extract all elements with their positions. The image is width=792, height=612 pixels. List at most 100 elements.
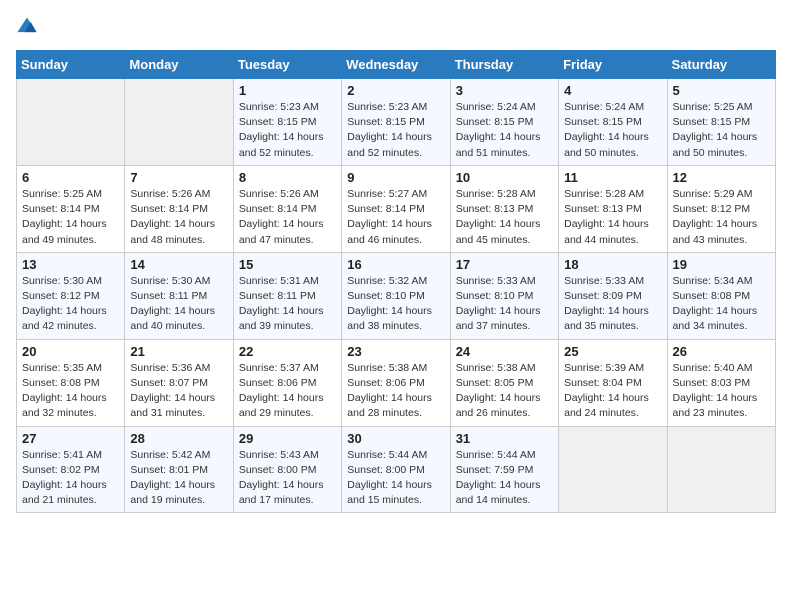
week-row-1: 1 Sunrise: 5:23 AMSunset: 8:15 PMDayligh… [17, 79, 776, 166]
calendar-cell: 6 Sunrise: 5:25 AMSunset: 8:14 PMDayligh… [17, 165, 125, 252]
day-info: Sunrise: 5:33 AMSunset: 8:10 PMDaylight:… [456, 274, 553, 335]
day-number: 12 [673, 170, 770, 185]
calendar-cell: 20 Sunrise: 5:35 AMSunset: 8:08 PMDaylig… [17, 339, 125, 426]
day-info: Sunrise: 5:38 AMSunset: 8:05 PMDaylight:… [456, 361, 553, 422]
day-number: 20 [22, 344, 119, 359]
day-number: 3 [456, 83, 553, 98]
calendar-cell: 4 Sunrise: 5:24 AMSunset: 8:15 PMDayligh… [559, 79, 667, 166]
day-number: 11 [564, 170, 661, 185]
day-number: 22 [239, 344, 336, 359]
day-number: 23 [347, 344, 444, 359]
calendar-cell: 8 Sunrise: 5:26 AMSunset: 8:14 PMDayligh… [233, 165, 341, 252]
day-number: 13 [22, 257, 119, 272]
calendar-cell [667, 426, 775, 513]
calendar-cell: 2 Sunrise: 5:23 AMSunset: 8:15 PMDayligh… [342, 79, 450, 166]
day-header-wednesday: Wednesday [342, 51, 450, 79]
calendar-cell: 7 Sunrise: 5:26 AMSunset: 8:14 PMDayligh… [125, 165, 233, 252]
day-number: 15 [239, 257, 336, 272]
calendar-cell: 5 Sunrise: 5:25 AMSunset: 8:15 PMDayligh… [667, 79, 775, 166]
day-info: Sunrise: 5:23 AMSunset: 8:15 PMDaylight:… [239, 100, 336, 161]
day-number: 4 [564, 83, 661, 98]
day-info: Sunrise: 5:26 AMSunset: 8:14 PMDaylight:… [239, 187, 336, 248]
calendar-cell: 27 Sunrise: 5:41 AMSunset: 8:02 PMDaylig… [17, 426, 125, 513]
calendar-cell: 10 Sunrise: 5:28 AMSunset: 8:13 PMDaylig… [450, 165, 558, 252]
day-number: 9 [347, 170, 444, 185]
day-info: Sunrise: 5:28 AMSunset: 8:13 PMDaylight:… [456, 187, 553, 248]
calendar-cell: 25 Sunrise: 5:39 AMSunset: 8:04 PMDaylig… [559, 339, 667, 426]
day-info: Sunrise: 5:28 AMSunset: 8:13 PMDaylight:… [564, 187, 661, 248]
day-info: Sunrise: 5:29 AMSunset: 8:12 PMDaylight:… [673, 187, 770, 248]
day-number: 5 [673, 83, 770, 98]
day-info: Sunrise: 5:43 AMSunset: 8:00 PMDaylight:… [239, 448, 336, 509]
day-number: 8 [239, 170, 336, 185]
calendar-cell: 26 Sunrise: 5:40 AMSunset: 8:03 PMDaylig… [667, 339, 775, 426]
day-info: Sunrise: 5:40 AMSunset: 8:03 PMDaylight:… [673, 361, 770, 422]
week-row-2: 6 Sunrise: 5:25 AMSunset: 8:14 PMDayligh… [17, 165, 776, 252]
week-row-3: 13 Sunrise: 5:30 AMSunset: 8:12 PMDaylig… [17, 252, 776, 339]
logo-icon [16, 16, 38, 38]
day-header-thursday: Thursday [450, 51, 558, 79]
calendar-cell: 31 Sunrise: 5:44 AMSunset: 7:59 PMDaylig… [450, 426, 558, 513]
day-info: Sunrise: 5:41 AMSunset: 8:02 PMDaylight:… [22, 448, 119, 509]
day-info: Sunrise: 5:27 AMSunset: 8:14 PMDaylight:… [347, 187, 444, 248]
day-number: 28 [130, 431, 227, 446]
calendar-cell: 28 Sunrise: 5:42 AMSunset: 8:01 PMDaylig… [125, 426, 233, 513]
day-info: Sunrise: 5:36 AMSunset: 8:07 PMDaylight:… [130, 361, 227, 422]
day-info: Sunrise: 5:24 AMSunset: 8:15 PMDaylight:… [456, 100, 553, 161]
day-info: Sunrise: 5:30 AMSunset: 8:12 PMDaylight:… [22, 274, 119, 335]
day-info: Sunrise: 5:25 AMSunset: 8:15 PMDaylight:… [673, 100, 770, 161]
calendar-cell: 19 Sunrise: 5:34 AMSunset: 8:08 PMDaylig… [667, 252, 775, 339]
calendar-cell: 1 Sunrise: 5:23 AMSunset: 8:15 PMDayligh… [233, 79, 341, 166]
day-number: 19 [673, 257, 770, 272]
calendar-cell [125, 79, 233, 166]
calendar-cell: 3 Sunrise: 5:24 AMSunset: 8:15 PMDayligh… [450, 79, 558, 166]
day-info: Sunrise: 5:24 AMSunset: 8:15 PMDaylight:… [564, 100, 661, 161]
day-number: 10 [456, 170, 553, 185]
day-number: 29 [239, 431, 336, 446]
day-info: Sunrise: 5:44 AMSunset: 8:00 PMDaylight:… [347, 448, 444, 509]
day-header-friday: Friday [559, 51, 667, 79]
day-info: Sunrise: 5:25 AMSunset: 8:14 PMDaylight:… [22, 187, 119, 248]
day-number: 30 [347, 431, 444, 446]
calendar-cell [17, 79, 125, 166]
calendar-cell: 11 Sunrise: 5:28 AMSunset: 8:13 PMDaylig… [559, 165, 667, 252]
day-info: Sunrise: 5:39 AMSunset: 8:04 PMDaylight:… [564, 361, 661, 422]
logo [16, 16, 42, 38]
day-info: Sunrise: 5:44 AMSunset: 7:59 PMDaylight:… [456, 448, 553, 509]
calendar-cell: 9 Sunrise: 5:27 AMSunset: 8:14 PMDayligh… [342, 165, 450, 252]
day-number: 21 [130, 344, 227, 359]
calendar-cell: 12 Sunrise: 5:29 AMSunset: 8:12 PMDaylig… [667, 165, 775, 252]
calendar-cell: 13 Sunrise: 5:30 AMSunset: 8:12 PMDaylig… [17, 252, 125, 339]
day-number: 25 [564, 344, 661, 359]
day-info: Sunrise: 5:34 AMSunset: 8:08 PMDaylight:… [673, 274, 770, 335]
day-header-tuesday: Tuesday [233, 51, 341, 79]
day-header-monday: Monday [125, 51, 233, 79]
calendar-cell: 21 Sunrise: 5:36 AMSunset: 8:07 PMDaylig… [125, 339, 233, 426]
day-info: Sunrise: 5:35 AMSunset: 8:08 PMDaylight:… [22, 361, 119, 422]
day-number: 26 [673, 344, 770, 359]
calendar-cell: 24 Sunrise: 5:38 AMSunset: 8:05 PMDaylig… [450, 339, 558, 426]
day-info: Sunrise: 5:26 AMSunset: 8:14 PMDaylight:… [130, 187, 227, 248]
day-header-saturday: Saturday [667, 51, 775, 79]
calendar-cell: 22 Sunrise: 5:37 AMSunset: 8:06 PMDaylig… [233, 339, 341, 426]
day-info: Sunrise: 5:37 AMSunset: 8:06 PMDaylight:… [239, 361, 336, 422]
calendar-cell: 16 Sunrise: 5:32 AMSunset: 8:10 PMDaylig… [342, 252, 450, 339]
day-number: 31 [456, 431, 553, 446]
day-info: Sunrise: 5:42 AMSunset: 8:01 PMDaylight:… [130, 448, 227, 509]
week-row-5: 27 Sunrise: 5:41 AMSunset: 8:02 PMDaylig… [17, 426, 776, 513]
calendar-cell: 30 Sunrise: 5:44 AMSunset: 8:00 PMDaylig… [342, 426, 450, 513]
calendar-table: SundayMondayTuesdayWednesdayThursdayFrid… [16, 50, 776, 513]
calendar-cell: 17 Sunrise: 5:33 AMSunset: 8:10 PMDaylig… [450, 252, 558, 339]
day-number: 17 [456, 257, 553, 272]
calendar-header-row: SundayMondayTuesdayWednesdayThursdayFrid… [17, 51, 776, 79]
calendar-cell: 15 Sunrise: 5:31 AMSunset: 8:11 PMDaylig… [233, 252, 341, 339]
day-number: 2 [347, 83, 444, 98]
calendar-cell: 14 Sunrise: 5:30 AMSunset: 8:11 PMDaylig… [125, 252, 233, 339]
day-header-sunday: Sunday [17, 51, 125, 79]
week-row-4: 20 Sunrise: 5:35 AMSunset: 8:08 PMDaylig… [17, 339, 776, 426]
day-info: Sunrise: 5:23 AMSunset: 8:15 PMDaylight:… [347, 100, 444, 161]
page-header [16, 16, 776, 38]
day-number: 14 [130, 257, 227, 272]
calendar-cell: 18 Sunrise: 5:33 AMSunset: 8:09 PMDaylig… [559, 252, 667, 339]
day-number: 1 [239, 83, 336, 98]
